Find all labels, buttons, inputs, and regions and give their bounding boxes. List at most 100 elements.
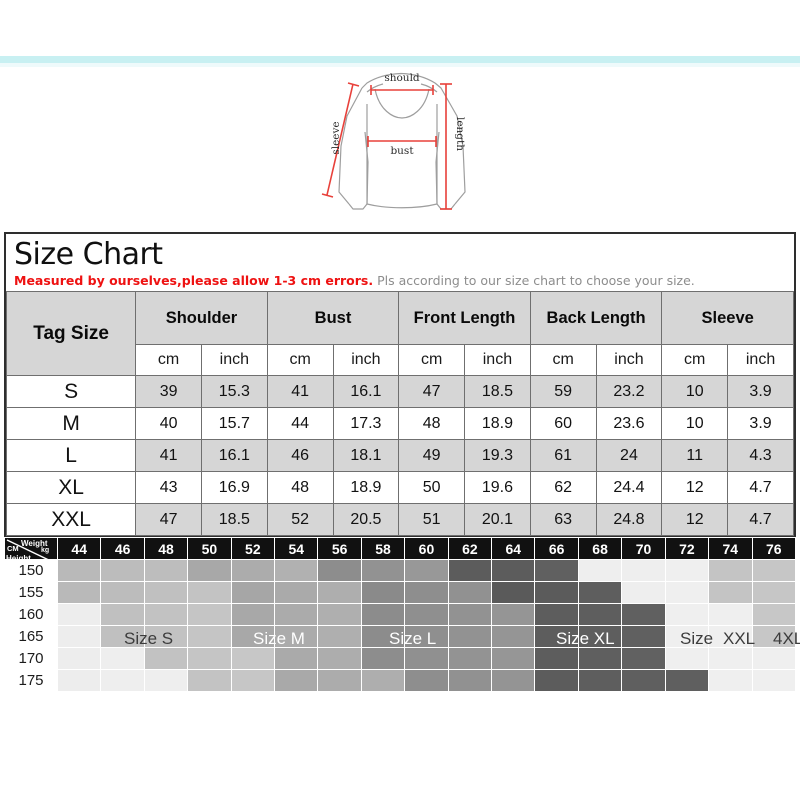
grid-corner-legend: CM Weight kg Height xyxy=(5,538,57,559)
weight-header-76: 76 xyxy=(752,538,795,559)
column-header-shoulder: Shoulder xyxy=(135,291,268,346)
grid-cell-h160-w76 xyxy=(752,604,795,625)
grid-cell-h150-w66 xyxy=(535,560,578,581)
cell-value: 63 xyxy=(529,503,597,537)
unit-header-inch-3: inch xyxy=(332,344,400,377)
cell-value: 3.9 xyxy=(727,375,794,409)
cell-value: 4.7 xyxy=(727,471,794,505)
grid-cell-h155-w76 xyxy=(752,582,795,603)
weight-height-grid: CM Weight kg Height 44 46 48 50 52 54 56 58 60 62… xyxy=(4,537,800,692)
table-row: XXL 47 18.5 52 20.5 51 20.1 63 24.8 12 4.7 xyxy=(5,503,794,537)
grid-cell-h165-w58 xyxy=(361,626,405,647)
grid-cell-h165-w56 xyxy=(318,626,361,647)
grid-cell-h175-w48 xyxy=(144,670,188,691)
cell-value: 19.6 xyxy=(464,471,531,505)
cell-value: 48 xyxy=(398,407,466,441)
grid-row: 165 xyxy=(5,626,795,647)
weight-header-56: 56 xyxy=(318,538,361,559)
weight-header-62: 62 xyxy=(448,538,492,559)
cell-value: 3.9 xyxy=(727,407,794,441)
grid-cell-h150-w74 xyxy=(709,560,752,581)
chart-subtitle: Measured by ourselves,please allow 1-3 c… xyxy=(14,273,786,288)
cell-value: 18.9 xyxy=(332,471,400,505)
grid-cell-h170-w70 xyxy=(622,648,665,669)
grid-cell-h155-w46 xyxy=(101,582,144,603)
grid-cell-h165-w48 xyxy=(144,626,188,647)
cell-value: 10 xyxy=(661,375,729,409)
cell-value: 18.9 xyxy=(464,407,531,441)
weight-header-54: 54 xyxy=(275,538,318,559)
weight-header-64: 64 xyxy=(492,538,535,559)
grid-cell-h155-w66 xyxy=(535,582,578,603)
grid-cell-h170-w76 xyxy=(752,648,795,669)
cell-value: 60 xyxy=(529,407,597,441)
height-header-165: 165 xyxy=(5,626,57,647)
table-row: XL 43 16.9 48 18.9 50 19.6 62 24.4 12 4.7 xyxy=(5,471,794,505)
cell-value: 47 xyxy=(135,503,202,537)
grid-row: 160 xyxy=(5,604,795,625)
cell-value: 18.5 xyxy=(200,503,268,537)
weight-header-44: 44 xyxy=(58,538,101,559)
grid-cell-h170-w58 xyxy=(361,648,405,669)
grid-cell-h175-w52 xyxy=(231,670,275,691)
column-header-front-length: Front Length xyxy=(398,291,531,346)
grid-cell-h165-w72 xyxy=(665,626,709,647)
column-header-back-length: Back Length xyxy=(529,291,663,346)
weight-header-50: 50 xyxy=(188,538,231,559)
cell-value: 10 xyxy=(661,407,729,441)
measurement-table-body: S 39 15.3 41 16.1 47 18.5 59 23.2 10 3.9 M 40 15.7 44 1… xyxy=(5,375,794,537)
cell-value: 20.1 xyxy=(464,503,531,537)
height-header-175: 175 xyxy=(5,670,57,691)
cell-size-L: L xyxy=(5,439,137,473)
unit-header-cm-0: cm xyxy=(135,344,202,377)
grid-cell-h170-w50 xyxy=(188,648,231,669)
grid-cell-h175-w50 xyxy=(188,670,231,691)
weight-header-68: 68 xyxy=(578,538,622,559)
cell-size-S: S xyxy=(5,375,137,409)
grid-cell-h165-w50 xyxy=(188,626,231,647)
grid-cell-h155-w60 xyxy=(405,582,448,603)
grid-cell-h165-w64 xyxy=(492,626,535,647)
cell-value: 15.7 xyxy=(200,407,268,441)
corner-label-kg: kg xyxy=(41,547,50,554)
cell-value: 24 xyxy=(595,439,663,473)
grid-cell-h150-w50 xyxy=(188,560,231,581)
weight-height-table: CM Weight kg Height 44 46 48 50 52 54 56 58 60 62… xyxy=(4,537,796,692)
cell-value: 4.3 xyxy=(727,439,794,473)
grid-row: 170 xyxy=(5,648,795,669)
grid-cell-h165-w70 xyxy=(622,626,665,647)
column-header-tag-size: Tag Size xyxy=(5,291,137,377)
cell-value: 16.1 xyxy=(200,439,268,473)
cell-value: 49 xyxy=(398,439,466,473)
weight-header-52: 52 xyxy=(231,538,275,559)
grid-cell-h155-w52 xyxy=(231,582,275,603)
table-row: L 41 16.1 46 18.1 49 19.3 61 24 11 4.3 xyxy=(5,439,794,473)
diagram-label-shoulder: should xyxy=(384,72,420,84)
cell-value: 40 xyxy=(135,407,202,441)
cell-value: 51 xyxy=(398,503,466,537)
column-header-sleeve: Sleeve xyxy=(661,291,794,346)
cell-value: 16.9 xyxy=(200,471,268,505)
corner-label-height: Height xyxy=(6,554,31,559)
grid-cell-h160-w72 xyxy=(665,604,709,625)
grid-cell-h170-w72 xyxy=(665,648,709,669)
cell-value: 41 xyxy=(135,439,202,473)
grid-cell-h155-w70 xyxy=(622,582,665,603)
weight-header-72: 72 xyxy=(665,538,709,559)
height-header-160: 160 xyxy=(5,604,57,625)
grid-cell-h175-w74 xyxy=(709,670,752,691)
unit-header-inch-1: inch xyxy=(200,344,268,377)
unit-header-inch-7: inch xyxy=(595,344,663,377)
grid-cell-h160-w50 xyxy=(188,604,231,625)
cell-size-XL: XL xyxy=(5,471,137,505)
grid-cell-h155-w44 xyxy=(58,582,101,603)
unit-header-cm-2: cm xyxy=(266,344,334,377)
cell-value: 61 xyxy=(529,439,597,473)
unit-header-cm-4: cm xyxy=(398,344,466,377)
cell-value: 48 xyxy=(266,471,334,505)
grid-cell-h155-w72 xyxy=(665,582,709,603)
grid-cell-h170-w74 xyxy=(709,648,752,669)
grid-cell-h165-w76 xyxy=(752,626,795,647)
cell-value: 44 xyxy=(266,407,334,441)
cell-value: 12 xyxy=(661,471,729,505)
